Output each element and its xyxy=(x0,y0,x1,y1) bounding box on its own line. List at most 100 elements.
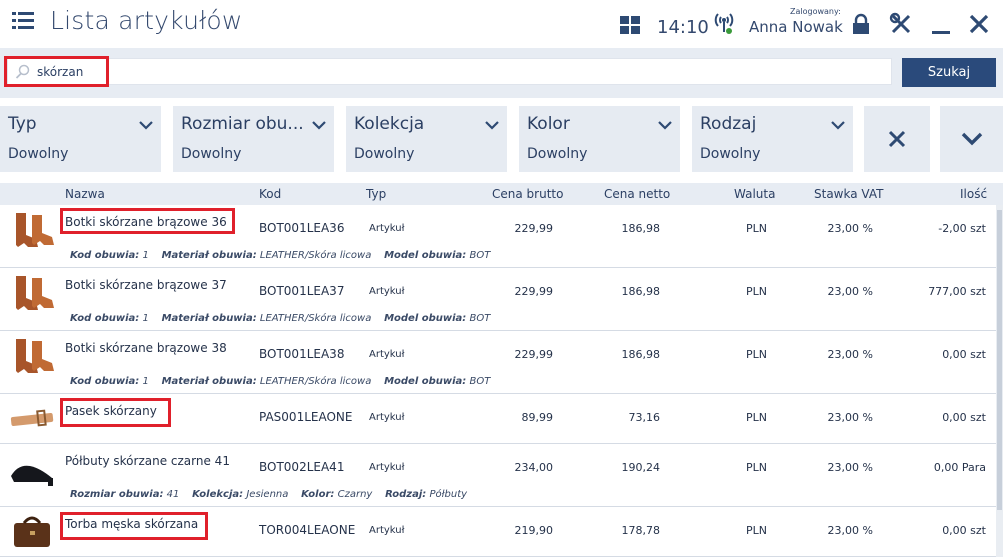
filter-label: Kolekcja xyxy=(354,114,425,134)
currency: PLN xyxy=(746,524,767,537)
quantity: 0,00 szt xyxy=(942,411,986,424)
chevron-down-icon xyxy=(312,121,326,130)
article-type: Artykuł xyxy=(369,525,405,536)
gross-price: 229,99 xyxy=(514,285,554,298)
name-highlight-box xyxy=(60,208,235,234)
net-price: 178,78 xyxy=(621,524,661,537)
attribute-value: BOT xyxy=(469,250,491,261)
gross-price: 229,99 xyxy=(514,222,554,235)
article-type: Artykuł xyxy=(369,223,405,234)
article-name: Botki skórzane brązowe 38 xyxy=(65,341,227,355)
table-header: Nazwa Kod Typ Cena brutto Cena netto Wal… xyxy=(0,183,1003,205)
article-name: Półbuty skórzane czarne 41 xyxy=(65,454,230,468)
connection-signal-icon xyxy=(714,13,734,34)
vat-rate: 23,00 % xyxy=(827,411,873,424)
vat-rate: 23,00 % xyxy=(827,222,873,235)
article-code: BOT001LEA36 xyxy=(259,221,345,235)
quantity: 0,00 szt xyxy=(942,348,986,361)
article-code: PAS001LEAONE xyxy=(259,410,353,424)
tools-icon[interactable] xyxy=(889,12,913,36)
column-header-quantity[interactable]: Ilość xyxy=(960,187,987,201)
currency: PLN xyxy=(746,285,767,298)
attribute-key: Kolor: xyxy=(301,489,335,500)
column-header-code[interactable]: Kod xyxy=(259,187,281,201)
article-type: Artykuł xyxy=(369,462,405,473)
net-price: 186,98 xyxy=(621,348,661,361)
search-bar xyxy=(0,48,1003,98)
attribute-key: Model obuwia: xyxy=(384,376,467,387)
column-header-gross-price[interactable]: Cena brutto xyxy=(492,187,563,201)
search-input[interactable] xyxy=(7,58,892,85)
chevron-down-icon xyxy=(485,121,499,130)
article-name: Botki skórzane brązowe 37 xyxy=(65,278,227,292)
minimize-icon[interactable] xyxy=(929,12,953,36)
close-icon[interactable] xyxy=(967,12,991,36)
scrollbar-thumb[interactable] xyxy=(997,210,1002,510)
article-thumbnail xyxy=(8,448,56,490)
attribute-value: LEATHER/Skóra licowa xyxy=(259,376,372,387)
clear-filters-button[interactable] xyxy=(864,106,930,172)
article-type: Artykuł xyxy=(369,286,405,297)
filter-type[interactable]: Typ Dowolny xyxy=(0,106,161,172)
filter-value: Dowolny xyxy=(8,146,69,162)
chevron-down-icon xyxy=(139,121,153,130)
article-code: BOT001LEA38 xyxy=(259,347,345,361)
attribute-key: Kolekcja: xyxy=(192,489,244,500)
name-highlight-box xyxy=(60,512,208,540)
filter-color[interactable]: Kolor Dowolny xyxy=(519,106,680,172)
attribute-key: Materiał obuwia: xyxy=(161,250,257,261)
gross-price: 219,90 xyxy=(514,524,554,537)
table-row[interactable]: Półbuty skórzane czarne 41 BOT002LEA41 Art… xyxy=(0,444,996,507)
article-type: Artykuł xyxy=(369,412,405,423)
attribute-value: LEATHER/Skóra licowa xyxy=(259,250,372,261)
filter-value: Dowolny xyxy=(527,146,588,162)
table-row[interactable]: Botki skórzane brązowe 38 BOT001LEA38 Arty… xyxy=(0,331,996,394)
currency: PLN xyxy=(746,461,767,474)
filter-kind[interactable]: Rodzaj Dowolny xyxy=(692,106,853,172)
column-header-name[interactable]: Nazwa xyxy=(65,187,105,201)
search-highlight-box xyxy=(4,56,109,87)
column-header-type[interactable]: Typ xyxy=(366,187,386,201)
attribute-key: Model obuwia: xyxy=(384,313,467,324)
attribute-key: Materiał obuwia: xyxy=(161,313,257,324)
article-attributes: Kod obuwia: 1 Materiał obuwia: LEATHER/S… xyxy=(70,376,490,387)
column-header-currency[interactable]: Waluta xyxy=(734,187,775,201)
article-attributes: Kod obuwia: 1 Materiał obuwia: LEATHER/S… xyxy=(70,250,490,261)
attribute-key: Materiał obuwia: xyxy=(161,376,257,387)
attribute-value: Jesienna xyxy=(246,489,289,500)
table-row[interactable]: Botki skórzane brązowe 37 BOT001LEA37 Arty… xyxy=(0,268,996,331)
quantity: 0,00 szt xyxy=(942,524,986,537)
name-highlight-box xyxy=(60,398,171,427)
clear-icon xyxy=(888,130,906,148)
vat-rate: 23,00 % xyxy=(827,285,873,298)
title-bar: Lista artykułów 14:10 Zalogowany: Anna N… xyxy=(0,0,1003,48)
article-code: BOT002LEA41 xyxy=(259,460,345,474)
vat-rate: 23,00 % xyxy=(827,348,873,361)
tiles-icon[interactable] xyxy=(620,16,640,34)
gross-price: 89,99 xyxy=(521,411,554,424)
lock-icon[interactable] xyxy=(849,12,873,36)
filter-collection[interactable]: Kolekcja Dowolny xyxy=(346,106,507,172)
column-header-vat[interactable]: Stawka VAT xyxy=(814,187,883,201)
attribute-key: Kod obuwia: xyxy=(70,250,140,261)
article-code: TOR004LEAONE xyxy=(259,523,356,537)
net-price: 186,98 xyxy=(621,222,661,235)
net-price: 73,16 xyxy=(628,411,661,424)
column-header-net-price[interactable]: Cena netto xyxy=(604,187,670,201)
filter-label: Rodzaj xyxy=(700,114,757,134)
gross-price: 229,99 xyxy=(514,348,554,361)
expand-filters-button[interactable] xyxy=(940,106,1003,172)
article-thumbnail xyxy=(8,511,56,553)
article-thumbnail xyxy=(8,335,56,377)
article-code: BOT001LEA37 xyxy=(259,284,345,298)
hamburger-menu-icon[interactable] xyxy=(12,12,34,30)
filter-shoe-size[interactable]: Rozmiar obu... Dowolny xyxy=(173,106,334,172)
quantity: -2,00 szt xyxy=(938,222,986,235)
net-price: 186,98 xyxy=(621,285,661,298)
vat-rate: 23,00 % xyxy=(827,524,873,537)
quantity: 0,00 Para xyxy=(933,461,986,474)
article-thumbnail xyxy=(8,398,56,440)
attribute-key: Model obuwia: xyxy=(384,250,467,261)
attribute-value: LEATHER/Skóra licowa xyxy=(259,313,372,324)
search-button[interactable]: Szukaj xyxy=(902,58,996,87)
